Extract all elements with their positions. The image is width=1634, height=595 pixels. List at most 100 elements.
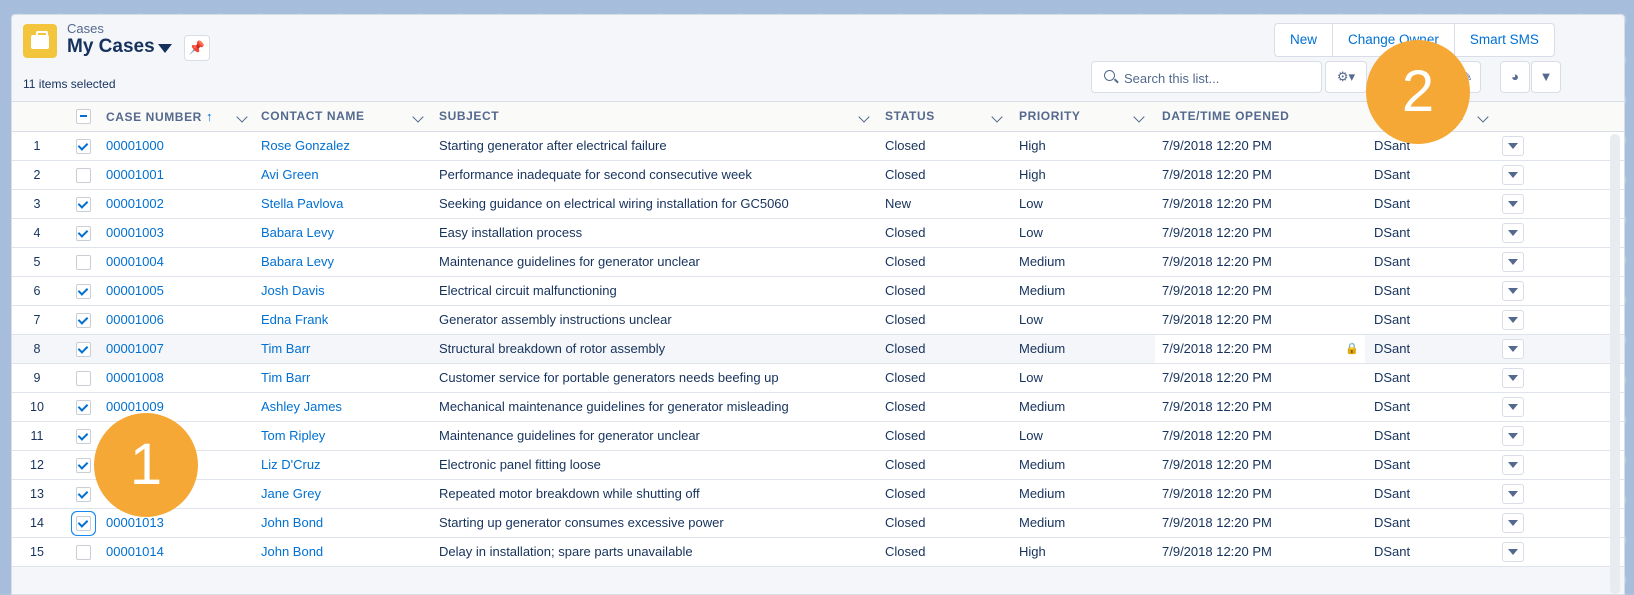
subject-cell: Maintenance guidelines for generator unc… xyxy=(439,428,700,443)
new-button[interactable]: New xyxy=(1275,24,1332,56)
date-opened-cell: 7/9/2018 12:20 PM xyxy=(1162,341,1272,356)
chart-icon[interactable]: ◕ xyxy=(1500,61,1530,93)
column-header-priority[interactable]: PRIORITY xyxy=(1019,102,1149,131)
row-action-chevron-down-icon[interactable] xyxy=(1502,542,1524,562)
row-action-chevron-down-icon[interactable] xyxy=(1502,368,1524,388)
contact-name-link[interactable]: Rose Gonzalez xyxy=(261,132,431,160)
date-opened-cell: 7/9/2018 12:20 PM xyxy=(1162,196,1272,211)
row-action-chevron-down-icon[interactable] xyxy=(1502,281,1524,301)
column-header-status[interactable]: STATUS xyxy=(885,102,1005,131)
contact-name-link[interactable]: Liz D'Cruz xyxy=(261,451,431,479)
contact-name-link[interactable]: Avi Green xyxy=(261,161,431,189)
row-checkbox[interactable] xyxy=(76,168,91,183)
owner-cell: DSant xyxy=(1374,399,1411,414)
row-checkbox[interactable] xyxy=(76,371,91,386)
status-cell: Closed xyxy=(885,399,926,414)
row-checkbox[interactable] xyxy=(76,139,91,154)
row-number: 8 xyxy=(33,342,41,356)
table-row: 14 00001013 John Bond Starting up generator… xyxy=(12,509,1624,538)
table-row: 12 Liz D'Cruz Electronic panel fitting loo… xyxy=(12,451,1624,480)
contact-name-link[interactable]: Babara Levy xyxy=(261,219,431,247)
select-all-checkbox[interactable] xyxy=(76,109,91,124)
row-action-chevron-down-icon[interactable] xyxy=(1502,310,1524,330)
list-view-picker-chevron-down-icon[interactable] xyxy=(158,44,172,53)
case-number-link[interactable]: 00001006 xyxy=(106,306,256,334)
status-cell: Closed xyxy=(885,370,926,385)
priority-cell: Medium xyxy=(1019,486,1066,501)
callout-badge-1: 1 xyxy=(94,413,198,517)
row-checkbox[interactable] xyxy=(76,516,91,531)
subject-cell: Performance inadequate for second consec… xyxy=(439,167,752,182)
case-number-link[interactable]: 00001014 xyxy=(106,538,256,566)
row-action-chevron-down-icon[interactable] xyxy=(1502,397,1524,417)
case-number-link[interactable]: 00001007 xyxy=(106,335,256,363)
contact-name-link[interactable]: Jane Grey xyxy=(261,480,431,508)
contact-name-link[interactable]: Ashley James xyxy=(261,393,431,421)
status-cell: Closed xyxy=(885,312,926,327)
contact-name-link[interactable]: Stella Pavlova xyxy=(261,190,431,218)
row-action-chevron-down-icon[interactable] xyxy=(1502,223,1524,243)
case-number-link[interactable]: 00001002 xyxy=(106,190,256,218)
row-action-chevron-down-icon[interactable] xyxy=(1502,339,1524,359)
row-checkbox[interactable] xyxy=(76,284,91,299)
contact-name-link[interactable]: Edna Frank xyxy=(261,306,431,334)
status-cell: Closed xyxy=(885,486,926,501)
column-header-case-number[interactable]: CASE NUMBER ↑ xyxy=(106,102,256,131)
case-number-link[interactable]: 00001005 xyxy=(106,277,256,305)
row-action-chevron-down-icon[interactable] xyxy=(1502,513,1524,533)
contact-name-link[interactable]: John Bond xyxy=(261,538,431,566)
smart-sms-button[interactable]: Smart SMS xyxy=(1453,24,1554,56)
list-view-title[interactable]: My Cases xyxy=(67,36,155,58)
table-row: 4 00001003 Babara Levy Easy installation pr… xyxy=(12,219,1624,248)
column-header-date-opened[interactable]: DATE/TIME OPENED xyxy=(1162,102,1362,131)
row-action-chevron-down-icon[interactable] xyxy=(1502,194,1524,214)
owner-cell: DSant xyxy=(1374,283,1411,298)
search-input[interactable] xyxy=(1122,67,1316,89)
contact-name-link[interactable]: Tom Ripley xyxy=(261,422,431,450)
owner-cell: DSant xyxy=(1374,196,1411,211)
date-opened-cell: 7/9/2018 12:20 PM xyxy=(1162,370,1272,385)
contact-name-link[interactable]: John Bond xyxy=(261,509,431,537)
row-checkbox[interactable] xyxy=(76,313,91,328)
case-number-link[interactable]: 00001001 xyxy=(106,161,256,189)
row-checkbox[interactable] xyxy=(76,400,91,415)
owner-cell: DSant xyxy=(1374,544,1411,559)
contact-name-link[interactable]: Tim Barr xyxy=(261,335,431,363)
row-action-chevron-down-icon[interactable] xyxy=(1502,484,1524,504)
contact-name-link[interactable]: Babara Levy xyxy=(261,248,431,276)
row-checkbox[interactable] xyxy=(76,487,91,502)
case-number-link[interactable]: 00001000 xyxy=(106,132,256,160)
column-header-contact-name[interactable]: CONTACT NAME xyxy=(261,102,431,131)
contact-name-link[interactable]: Josh Davis xyxy=(261,277,431,305)
table-row: 15 00001014 John Bond Delay in installation… xyxy=(12,538,1624,567)
row-checkbox[interactable] xyxy=(76,458,91,473)
row-action-chevron-down-icon[interactable] xyxy=(1502,136,1524,156)
column-header-subject[interactable]: SUBJECT xyxy=(439,102,879,131)
subject-cell: Structural breakdown of rotor assembly xyxy=(439,341,666,356)
items-selected-count: 11 items selected xyxy=(23,77,116,91)
date-opened-cell: 7/9/2018 12:20 PM xyxy=(1162,544,1272,559)
row-checkbox[interactable] xyxy=(76,226,91,241)
row-action-chevron-down-icon[interactable] xyxy=(1502,165,1524,185)
lock-icon: 🔒 xyxy=(1345,343,1359,355)
case-number-link[interactable]: 00001008 xyxy=(106,364,256,392)
search-icon xyxy=(1104,70,1115,81)
owner-cell: DSant xyxy=(1374,167,1411,182)
contact-name-link[interactable]: Tim Barr xyxy=(261,364,431,392)
row-checkbox[interactable] xyxy=(76,197,91,212)
vertical-scrollbar[interactable] xyxy=(1610,134,1620,594)
filter-icon[interactable]: ▼ xyxy=(1531,61,1561,93)
row-action-chevron-down-icon[interactable] xyxy=(1502,455,1524,475)
row-checkbox[interactable] xyxy=(76,255,91,270)
row-action-chevron-down-icon[interactable] xyxy=(1502,252,1524,272)
object-name: Cases xyxy=(67,21,104,36)
row-checkbox[interactable] xyxy=(76,342,91,357)
case-number-link[interactable]: 00001003 xyxy=(106,219,256,247)
settings-icon[interactable]: ⚙▾ xyxy=(1325,61,1367,93)
row-action-chevron-down-icon[interactable] xyxy=(1502,426,1524,446)
subject-cell: Seeking guidance on electrical wiring in… xyxy=(439,196,789,211)
row-checkbox[interactable] xyxy=(76,545,91,560)
case-number-link[interactable]: 00001004 xyxy=(106,248,256,276)
pin-icon[interactable]: 📌 xyxy=(184,35,210,61)
row-checkbox[interactable] xyxy=(76,429,91,444)
